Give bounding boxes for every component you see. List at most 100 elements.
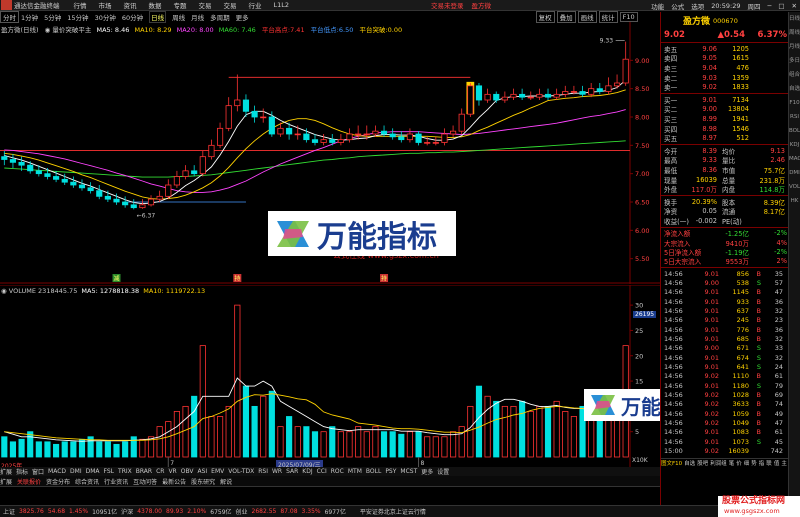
sidebar-button[interactable]: 组合 [789, 68, 800, 82]
tick-row[interactable]: 14:56 9.01 685 B 32 [661, 334, 788, 343]
tab-more[interactable]: 更多 [421, 467, 433, 476]
sidebar-button[interactable]: VOL [789, 180, 800, 194]
tick-row[interactable]: 14:56 9.02 1059 B 49 [661, 409, 788, 418]
tab-dmi[interactable]: DMI [70, 468, 82, 475]
settings-icon[interactable]: ◉ [45, 26, 51, 34]
menu-item-quotes[interactable]: 行情 [74, 0, 87, 10]
login-status[interactable]: 交易未登录 [431, 0, 464, 10]
menu-item-data[interactable]: 数据 [149, 0, 162, 10]
bid-row[interactable]: 买五 8.97 512 [661, 133, 788, 143]
ask-row[interactable]: 卖一 9.02 1833 [661, 82, 788, 92]
tick-row[interactable]: 14:56 9.00 671 S 33 [661, 344, 788, 353]
bid-row[interactable]: 买三 8.99 1941 [661, 114, 788, 124]
sidebar-button[interactable]: F10 [789, 96, 800, 110]
tab-vol-tdx[interactable]: VOL-TDX [228, 468, 254, 475]
sidebar-button[interactable]: RSI [789, 110, 800, 124]
tab-roc[interactable]: ROC [331, 468, 344, 475]
minimize-icon[interactable]: ─ [767, 2, 771, 10]
tab-60min[interactable]: 60分钟 [122, 12, 143, 22]
tab-indicator[interactable]: 指标 [16, 467, 28, 476]
right-panel-tab[interactable]: 股吧 [697, 459, 708, 467]
right-panel-tab[interactable]: 指 [759, 459, 765, 467]
tick-row[interactable]: 14:56 9.02 1110 B 61 [661, 372, 788, 381]
tick-row[interactable]: 14:56 9.01 637 B 32 [661, 306, 788, 315]
tab-psy[interactable]: PSY [385, 468, 396, 475]
tab-kdj[interactable]: KDJ [302, 468, 312, 475]
tab-boll[interactable]: BOLL [366, 468, 381, 475]
tick-row[interactable]: 14:56 9.01 674 S 32 [661, 353, 788, 362]
tab-trix[interactable]: TRIX [118, 468, 132, 475]
menu-item-trade-2[interactable]: 交易 [224, 0, 237, 10]
tab-ext-2[interactable]: 扩展 [0, 477, 12, 486]
menu-item-l1l2[interactable]: L1L2 [274, 1, 290, 9]
ask-row[interactable]: 卖二 9.03 1359 [661, 73, 788, 83]
menu-item-topic[interactable]: 专题 [174, 0, 187, 10]
volume-chart[interactable]: 3025201510578 ◉ VOLUME 2318445.75 MA5: 1… [0, 284, 712, 470]
tick-row[interactable]: 14:56 9.01 1180 S 79 [661, 381, 788, 390]
menu-item-market[interactable]: 市场 [99, 0, 112, 10]
tab-macd[interactable]: MACD [48, 468, 66, 475]
tab-explain[interactable]: 解说 [220, 477, 232, 486]
tick-row[interactable]: 14:56 9.01 1073 S 45 [661, 437, 788, 446]
tick-row[interactable]: 14:56 9.02 1049 B 47 [661, 418, 788, 427]
tab-cci[interactable]: CCI [317, 468, 327, 475]
tick-row[interactable]: 14:56 9.01 245 B 23 [661, 316, 788, 325]
scroll-strip[interactable] [0, 486, 660, 493]
tab-5min[interactable]: 5分钟 [44, 12, 61, 22]
right-panel-tab[interactable]: 主 [781, 459, 787, 467]
menu-item-formula[interactable]: 公式 [671, 1, 684, 11]
tick-row[interactable]: 14:56 9.01 641 S 24 [661, 362, 788, 371]
right-panel-tab[interactable]: 价 [736, 459, 742, 467]
tab-news[interactable]: 综合资讯 [75, 477, 99, 486]
sidebar-button[interactable]: HK [789, 194, 800, 208]
tab-obv[interactable]: OBV [181, 468, 194, 475]
right-panel-tab[interactable]: 自选 [684, 459, 695, 467]
right-panel-tab[interactable]: 笔 [729, 459, 735, 467]
menu-item-industry[interactable]: 行业 [249, 0, 262, 10]
tab-monthly[interactable]: 月线 [191, 12, 204, 22]
f10-button[interactable]: F10 [619, 12, 638, 22]
tab-more[interactable]: 更多 [236, 12, 249, 22]
tick-list[interactable]: 14:56 9.01 856 B 35 14:56 9.00 538 S 57 14:56 9.01 1… [661, 269, 788, 456]
tab-cr[interactable]: CR [156, 468, 164, 475]
kline-chart[interactable]: 9.00 8.50 8.00 7.50 7.00 6.50 6.00 5.50 9.33 ←6.3… [0, 22, 660, 284]
right-panel-tab[interactable]: 利润组 [710, 459, 727, 467]
right-panel-tab[interactable]: 值 [774, 459, 780, 467]
tick-row[interactable]: 14:56 9.01 776 B 36 [661, 325, 788, 334]
tick-row[interactable]: 14:56 9.00 538 S 57 [661, 278, 788, 287]
tab-weekly[interactable]: 周线 [172, 12, 185, 22]
ask-row[interactable]: 卖三 9.04 476 [661, 63, 788, 73]
tab-mtm[interactable]: MTM [348, 468, 362, 475]
tick-row[interactable]: 14:56 9.02 3633 B 74 [661, 400, 788, 409]
tab-multi-period[interactable]: 多周期 [210, 12, 230, 22]
tab-brar[interactable]: BRAR [136, 468, 152, 475]
bid-row[interactable]: 买一 9.01 7134 [661, 95, 788, 105]
tab-emv[interactable]: EMV [211, 468, 224, 475]
tick-row[interactable]: 14:56 9.02 1028 B 69 [661, 390, 788, 399]
tab-announcement[interactable]: 最新公告 [162, 477, 186, 486]
tab-holders[interactable]: 股东研究 [191, 477, 215, 486]
tab-vr[interactable]: VR [168, 468, 176, 475]
tab-industry-news[interactable]: 行业资讯 [104, 477, 128, 486]
sidebar-button[interactable]: MACD [789, 152, 800, 166]
bid-row[interactable]: 买二 9.00 13804 [661, 105, 788, 114]
menu-item-function[interactable]: 功能 [651, 1, 664, 11]
right-panel-tab[interactable]: 细 [744, 459, 750, 467]
menu-item-options[interactable]: 选项 [691, 1, 704, 11]
tab-fund-dist[interactable]: 资金分布 [46, 477, 70, 486]
tab-settings[interactable]: 设置 [437, 467, 449, 476]
tab-30min[interactable]: 30分钟 [95, 12, 116, 22]
tab-asi[interactable]: ASI [197, 468, 207, 475]
tab-ext[interactable]: 扩展 [0, 467, 12, 476]
tick-row[interactable]: 14:56 9.01 1083 B 61 [661, 428, 788, 437]
tab-qa[interactable]: 互动问答 [133, 477, 157, 486]
tab-1min[interactable]: 1分钟 [21, 12, 38, 22]
right-panel-tab[interactable]: 势 [751, 459, 757, 467]
tick-row[interactable]: 15:00 9.02 16039 742 [661, 446, 788, 455]
bid-row[interactable]: 买四 8.98 1546 [661, 124, 788, 134]
tab-15min[interactable]: 15分钟 [67, 12, 88, 22]
indicator-name[interactable]: 量价突破平主 [52, 26, 91, 34]
sidebar-button[interactable]: 月线 [789, 40, 800, 54]
tab-rsi[interactable]: RSI [258, 468, 268, 475]
menu-item-trade[interactable]: 交易 [199, 0, 212, 10]
